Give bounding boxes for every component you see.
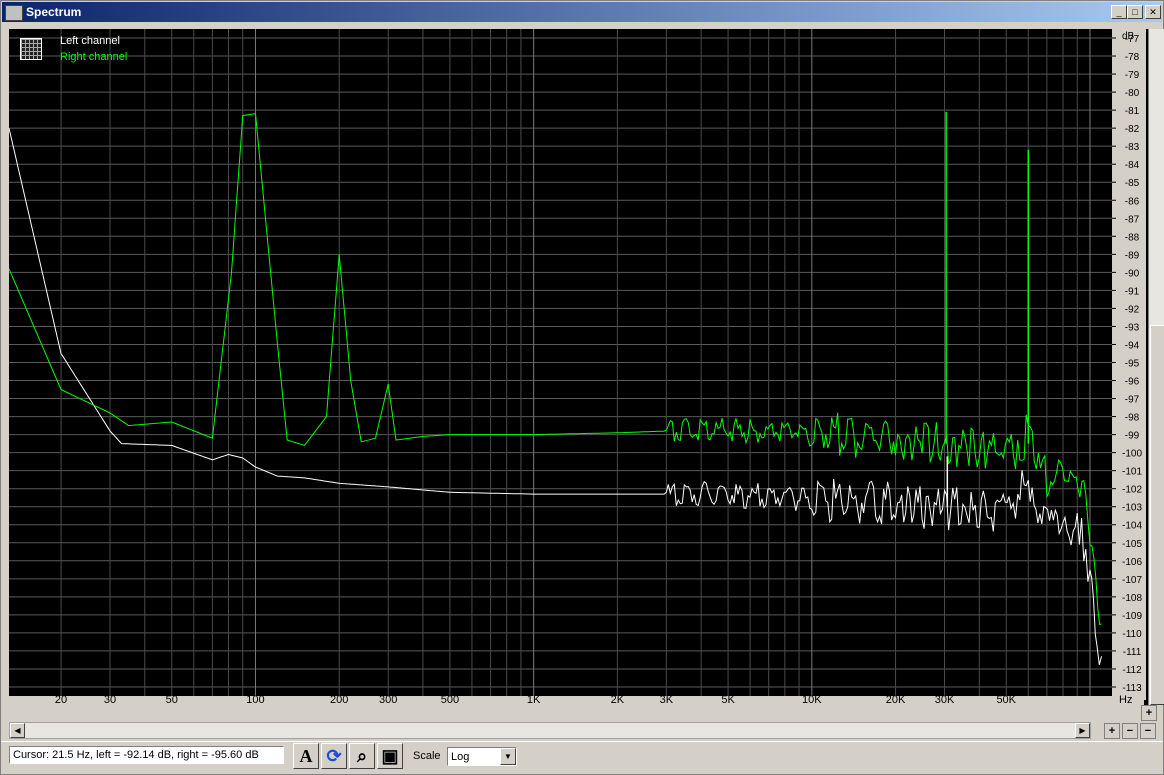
y-tick-label: -87 [1125, 214, 1140, 225]
y-tick-label: -85 [1125, 178, 1140, 189]
y-tick-label: -98 [1125, 413, 1140, 424]
spectrum-plot-area[interactable]: -77 -78 -79 -80 -81 -82 -83 -84 -85 -86 -87 -88 -89 -… [9, 29, 1164, 705]
x-tick-label: 30K [935, 694, 955, 705]
y-tick-label: -78 [1125, 52, 1140, 63]
y-tick-label: -110 [1122, 629, 1142, 640]
x-tick-label: 2K [611, 694, 625, 705]
y-tick-label: -108 [1122, 593, 1142, 604]
x-tick-label: 20 [55, 694, 67, 705]
y-tick-label: -94 [1125, 340, 1140, 351]
x-tick-label: 500 [441, 694, 459, 705]
legend-icon[interactable] [20, 38, 42, 60]
chevron-down-icon[interactable]: ▼ [500, 748, 516, 765]
vertical-zoom-icon[interactable]: + [1141, 705, 1157, 721]
y-tick-label: -103 [1122, 503, 1142, 514]
y-tick-label: -113 [1122, 683, 1142, 694]
refresh-button[interactable]: ⟳ [321, 743, 347, 769]
vertical-scrollbar[interactable] [1148, 29, 1164, 705]
y-tick-label: -93 [1125, 322, 1140, 333]
minimize-button[interactable]: _ [1111, 5, 1127, 19]
y-tick-label: -89 [1125, 250, 1140, 261]
x-tick-label: 1K [527, 694, 541, 705]
title-bar: Spectrum _ □ ✕ [2, 2, 1162, 22]
x-tick-label: 3K [660, 694, 674, 705]
refresh-icon: ⟳ [326, 746, 342, 766]
maximize-button[interactable]: □ [1127, 5, 1143, 19]
spectrum-chart[interactable]: -77 -78 -79 -80 -81 -82 -83 -84 -85 -86 -87 -88 -89 -… [9, 29, 1148, 705]
y-tick-label: -106 [1122, 557, 1142, 568]
y-tick-label: -107 [1122, 575, 1142, 586]
y-tick-label: -99 [1125, 431, 1140, 442]
x-tick-label: 300 [379, 694, 397, 705]
scroll-right-button[interactable]: ▶ [1075, 723, 1090, 738]
x-axis-panel [9, 696, 1144, 705]
x-axis-unit: Hz [1119, 694, 1132, 705]
scroll-left-button[interactable]: ◀ [10, 723, 25, 738]
scale-select-value: Log [451, 751, 470, 763]
y-tick-label: -77 [1125, 34, 1140, 45]
y-tick-label: -84 [1125, 160, 1140, 171]
scale-select[interactable]: Log ▼ [447, 747, 517, 766]
x-tick-label: 20K [886, 694, 906, 705]
legend-left-channel: Left channel [60, 35, 120, 47]
y-tick-label: -88 [1125, 232, 1140, 243]
x-tick-label: 10K [802, 694, 822, 705]
text-tool-icon: A [299, 746, 313, 766]
y-tick-label: -101 [1122, 467, 1142, 478]
y-tick-label: -100 [1122, 449, 1142, 460]
close-button[interactable]: ✕ [1145, 5, 1161, 19]
vertical-scroll-thumb[interactable] [1150, 325, 1164, 705]
y-tick-label: -112 [1122, 665, 1142, 676]
zoom-tool-button[interactable]: ⌕ [349, 743, 375, 769]
status-bar: Cursor: 21.5 Hz, left = -92.14 dB, right… [1, 741, 1163, 775]
y-tick-label: -104 [1122, 521, 1142, 532]
y-tick-label: -80 [1125, 88, 1140, 99]
y-tick-label: -97 [1125, 395, 1140, 406]
y-tick-label: -102 [1122, 485, 1142, 496]
save-button[interactable]: ▣ [377, 743, 403, 769]
y-tick-label: -92 [1125, 304, 1140, 315]
series-line-right [9, 113, 1102, 626]
x-tick-label: 200 [330, 694, 348, 705]
y-tick-label: -90 [1125, 268, 1140, 279]
y-tick-label: -82 [1125, 124, 1140, 135]
y-tick-label: -109 [1122, 611, 1142, 622]
scale-label: Scale [413, 750, 441, 762]
cursor-readout: Cursor: 21.5 Hz, left = -92.14 dB, right… [9, 746, 284, 764]
x-tick-label: 50 [166, 694, 178, 705]
y-tick-label: -111 [1123, 647, 1142, 658]
save-icon: ▣ [381, 746, 399, 766]
y-tick-label: -86 [1125, 196, 1140, 207]
legend-right-channel: Right channel [60, 51, 128, 63]
series-line-left [9, 127, 1102, 665]
y-tick-label: -79 [1125, 70, 1140, 81]
x-tick-label: 100 [246, 694, 264, 705]
horizontal-scrollbar[interactable]: ◀ ▶ [9, 722, 1091, 739]
magnifier-icon: ⌕ [356, 746, 368, 766]
y-tick-label: -83 [1125, 142, 1140, 153]
x-tick-label: 50K [996, 694, 1016, 705]
text-tool-button[interactable]: A [293, 743, 319, 769]
x-tick-label: 5K [721, 694, 735, 705]
y-tick-label: -95 [1125, 359, 1140, 370]
spectrum-window: Spectrum _ □ ✕ -77-78-79-80-81-82-83-84-… [0, 0, 1164, 775]
zoom-fit-icon[interactable]: − [1140, 723, 1156, 739]
app-icon [5, 5, 23, 21]
zoom-in-icon[interactable]: + [1104, 723, 1120, 739]
window-title: Spectrum [26, 5, 82, 19]
y-tick-label: -81 [1125, 106, 1140, 117]
x-tick-label: 30 [104, 694, 116, 705]
y-tick-label: -91 [1125, 286, 1140, 297]
zoom-out-icon[interactable]: − [1122, 723, 1138, 739]
y-tick-label: -96 [1125, 377, 1140, 388]
y-tick-label: -105 [1122, 539, 1142, 550]
